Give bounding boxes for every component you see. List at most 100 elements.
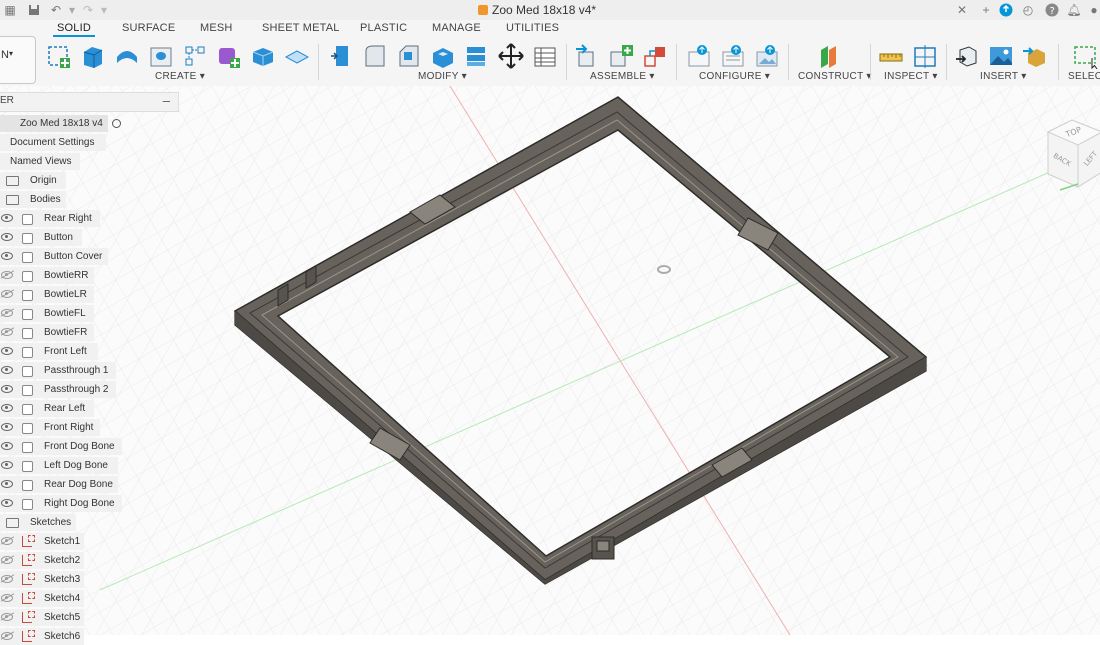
eye-hidden-icon[interactable] <box>1 556 13 564</box>
eye-hidden-icon[interactable] <box>1 537 13 545</box>
group-label-configure[interactable]: CONFIGURE ▾ <box>699 71 770 82</box>
sketch-item[interactable]: Sketch6 <box>0 628 84 645</box>
history-icon[interactable]: ◴ <box>1020 2 1036 18</box>
eye-icon[interactable] <box>1 366 13 374</box>
select-window-icon[interactable] <box>1072 43 1098 69</box>
eye-icon[interactable] <box>1 499 13 507</box>
create-sketch-icon[interactable] <box>46 43 72 69</box>
revolve-icon[interactable] <box>114 43 140 69</box>
measure-icon[interactable] <box>878 43 904 69</box>
tab-utilities[interactable]: UTILITIES <box>506 22 559 34</box>
browser-item-document-settings[interactable]: Document Settings <box>0 134 106 151</box>
body-item[interactable]: BowtieFR <box>0 324 94 341</box>
group-label-insert[interactable]: INSERT ▾ <box>980 71 1027 82</box>
tab-sheet-metal[interactable]: SHEET METAL <box>262 22 340 34</box>
viewcube[interactable]: TOP BACK LEFT <box>1040 112 1100 202</box>
eye-hidden-icon[interactable] <box>1 594 13 602</box>
eye-icon[interactable] <box>1 347 13 355</box>
plane-icon[interactable] <box>284 43 310 69</box>
workspace-switcher-button[interactable]: N ▾ <box>0 36 36 84</box>
browser-item-sketches[interactable]: Sketches <box>0 514 76 531</box>
configure-images-icon[interactable] <box>754 43 780 69</box>
new-component-icon[interactable] <box>574 43 600 69</box>
eye-icon[interactable] <box>1 404 13 412</box>
sketch-item[interactable]: Sketch4 <box>0 590 84 607</box>
body-item[interactable]: BowtieRR <box>0 267 94 284</box>
eye-icon[interactable] <box>1 442 13 450</box>
notifications-icon[interactable]: 🔔︎ <box>1066 2 1082 18</box>
body-item[interactable]: Front Left <box>0 343 98 360</box>
configure-rules-icon[interactable] <box>720 43 746 69</box>
shell-icon[interactable] <box>430 43 456 69</box>
combine-icon[interactable] <box>464 43 490 69</box>
eye-hidden-icon[interactable] <box>1 290 13 298</box>
hole-icon[interactable] <box>148 43 174 69</box>
grid-icon[interactable]: ▦ <box>2 2 18 18</box>
body-item[interactable]: BowtieLR <box>0 286 94 303</box>
configure-table-icon[interactable] <box>686 43 712 69</box>
group-label-assemble[interactable]: ASSEMBLE ▾ <box>590 71 655 82</box>
create-form-icon[interactable] <box>216 43 242 69</box>
eye-icon[interactable] <box>1 214 13 222</box>
eye-hidden-icon[interactable] <box>1 575 13 583</box>
sketch-item[interactable]: Sketch3 <box>0 571 84 588</box>
eye-hidden-icon[interactable] <box>1 613 13 621</box>
eye-hidden-icon[interactable] <box>1 309 13 317</box>
redo-dropdown-icon[interactable]: ▾ <box>96 2 112 18</box>
parameters-icon[interactable] <box>532 43 558 69</box>
body-item[interactable]: Left Dog Bone <box>0 457 118 474</box>
browser-item-named-views[interactable]: Named Views <box>0 153 80 170</box>
group-label-create[interactable]: CREATE ▾ <box>155 71 205 82</box>
chamfer-icon[interactable] <box>396 43 422 69</box>
eye-icon[interactable] <box>1 461 13 469</box>
sketch-item[interactable]: Sketch2 <box>0 552 84 569</box>
canvas-viewport[interactable] <box>0 86 1100 635</box>
redo-icon[interactable]: ↷ <box>80 2 96 18</box>
group-label-modify[interactable]: MODIFY ▾ <box>418 71 467 82</box>
eye-icon[interactable] <box>1 423 13 431</box>
eye-icon[interactable] <box>1 480 13 488</box>
body-item[interactable]: Right Dog Bone <box>0 495 122 512</box>
job-status-icon[interactable] <box>998 2 1014 18</box>
eye-icon[interactable] <box>1 252 13 260</box>
group-label-construct[interactable]: CONSTRUCT ▾ <box>798 71 872 82</box>
tab-solid[interactable]: SOLID <box>52 22 96 37</box>
undo-icon[interactable]: ↶ <box>48 2 64 18</box>
body-item[interactable]: BowtieFL <box>0 305 94 322</box>
close-tab-icon[interactable]: ✕ <box>954 2 970 18</box>
extrude-icon[interactable] <box>80 43 106 69</box>
body-item[interactable]: Rear Right <box>0 210 100 227</box>
body-item[interactable]: Passthrough 2 <box>0 381 116 398</box>
new-tab-icon[interactable]: + <box>978 2 994 18</box>
press-pull-icon[interactable] <box>328 43 354 69</box>
body-item[interactable]: Front Dog Bone <box>0 438 122 455</box>
tab-manage[interactable]: MANAGE <box>432 22 481 34</box>
eye-hidden-icon[interactable] <box>1 328 13 336</box>
insert-mcmaster-icon[interactable] <box>1022 43 1048 69</box>
sketch-item[interactable]: Sketch5 <box>0 609 84 626</box>
body-item[interactable]: Button <box>0 229 82 246</box>
body-item[interactable]: Rear Left <box>0 400 94 417</box>
eye-hidden-icon[interactable] <box>1 271 13 279</box>
browser-item-bodies[interactable]: Bodies <box>0 191 66 208</box>
sketch-item[interactable]: Sketch1 <box>0 533 84 550</box>
fillet-icon[interactable] <box>362 43 388 69</box>
offset-plane-icon[interactable] <box>816 43 842 69</box>
body-item[interactable]: Passthrough 1 <box>0 362 116 379</box>
eye-icon[interactable] <box>1 385 13 393</box>
body-item[interactable]: Rear Dog Bone <box>0 476 118 493</box>
tab-surface[interactable]: SURFACE <box>122 22 175 34</box>
eye-icon[interactable] <box>1 233 13 241</box>
help-icon[interactable]: ? <box>1044 2 1060 18</box>
tab-mesh[interactable]: MESH <box>200 22 233 34</box>
body-item[interactable]: Front Right <box>0 419 100 436</box>
insert-canvas-icon[interactable] <box>988 43 1014 69</box>
activate-radio-icon[interactable] <box>112 119 121 128</box>
collapse-panel-button[interactable]: – <box>163 93 170 108</box>
browser-root-item[interactable]: Zoo Med 18x18 v4 <box>0 115 180 132</box>
undo-dropdown-icon[interactable]: ▾ <box>64 2 80 18</box>
rectangular-pattern-icon[interactable] <box>182 43 208 69</box>
save-icon[interactable] <box>26 2 42 18</box>
body-item[interactable]: Button Cover <box>0 248 108 265</box>
move-copy-icon[interactable] <box>498 43 524 69</box>
